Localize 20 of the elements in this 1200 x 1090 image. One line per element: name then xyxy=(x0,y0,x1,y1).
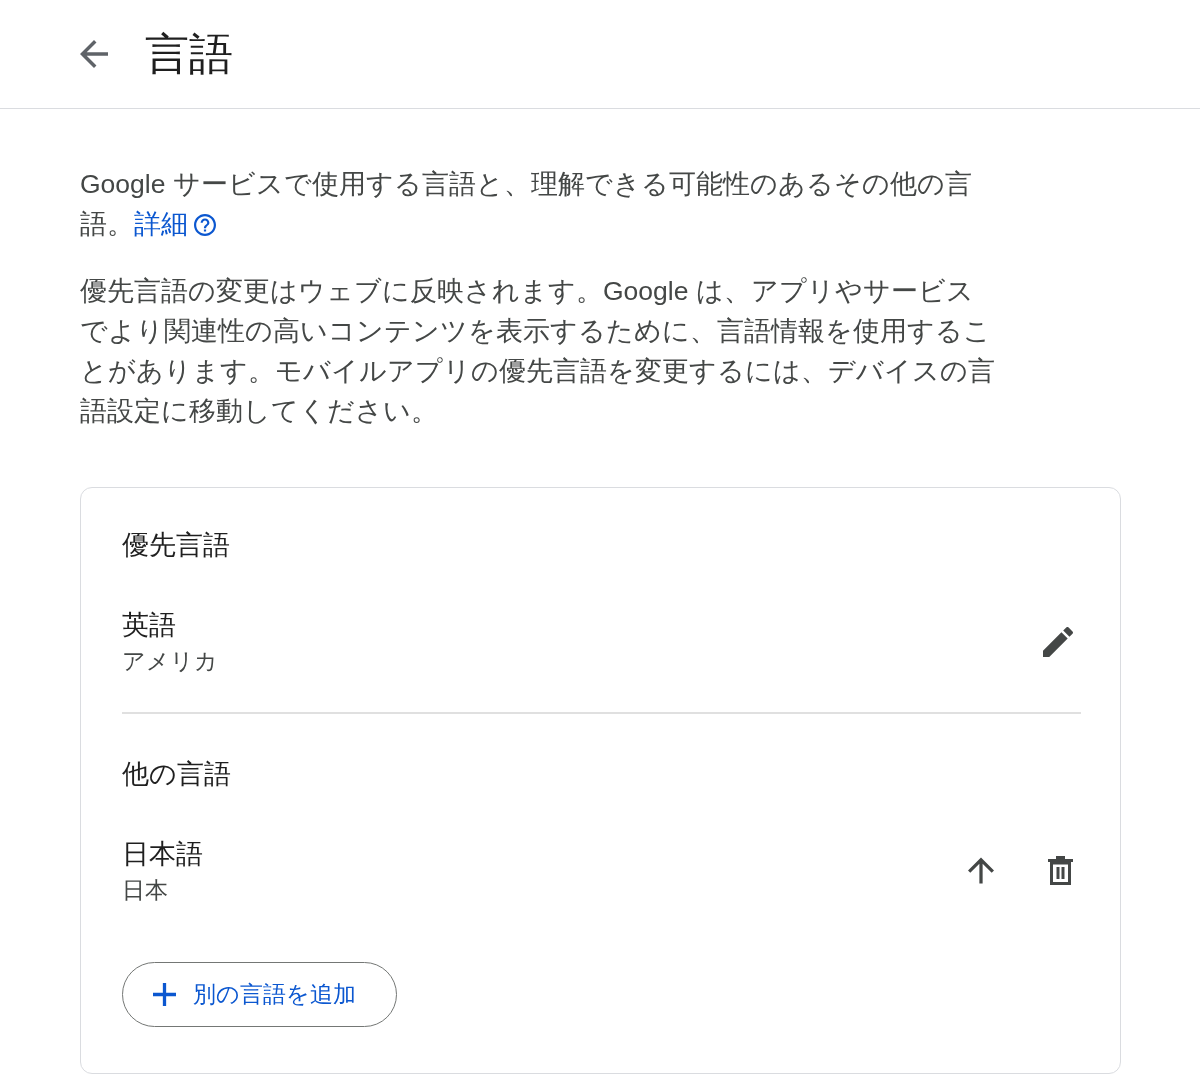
language-name: 日本語 xyxy=(122,837,203,871)
language-name: 英語 xyxy=(122,609,177,642)
add-language-button[interactable]: 別の言語を追加 xyxy=(122,961,397,1027)
section-title: 他の言語 xyxy=(122,757,232,791)
section-title: 優先言語 xyxy=(122,529,231,562)
help-icon xyxy=(194,214,216,236)
language-info-text: 優先言語の変更はウェブに反映されます。Google は、アプリやサービスでより関連性の高いコンテンツを表示するために、言語情報を使用することがあります。モバイルアプリの優先言語を変更するには、デバイスの言語設定に移動してください。 xyxy=(80,275,996,428)
language-region: アメリカ xyxy=(122,647,218,676)
trash-icon xyxy=(1048,856,1073,885)
arrow-up-icon xyxy=(968,857,994,884)
pencil-icon xyxy=(1043,627,1073,657)
language-region: 日本 xyxy=(122,875,169,905)
page-title: 言語 xyxy=(145,29,233,79)
edit-button[interactable] xyxy=(1041,625,1075,659)
intro-text: Google サービスで使用する言語と、理解できる可能性のあるその他の言語。詳細 xyxy=(80,168,973,241)
back-arrow-icon xyxy=(80,40,108,68)
plus-icon xyxy=(153,982,176,1006)
move-up-button[interactable] xyxy=(966,855,996,886)
delete-button[interactable] xyxy=(1046,854,1075,887)
learn-more-link[interactable]: 詳細 xyxy=(134,209,216,239)
